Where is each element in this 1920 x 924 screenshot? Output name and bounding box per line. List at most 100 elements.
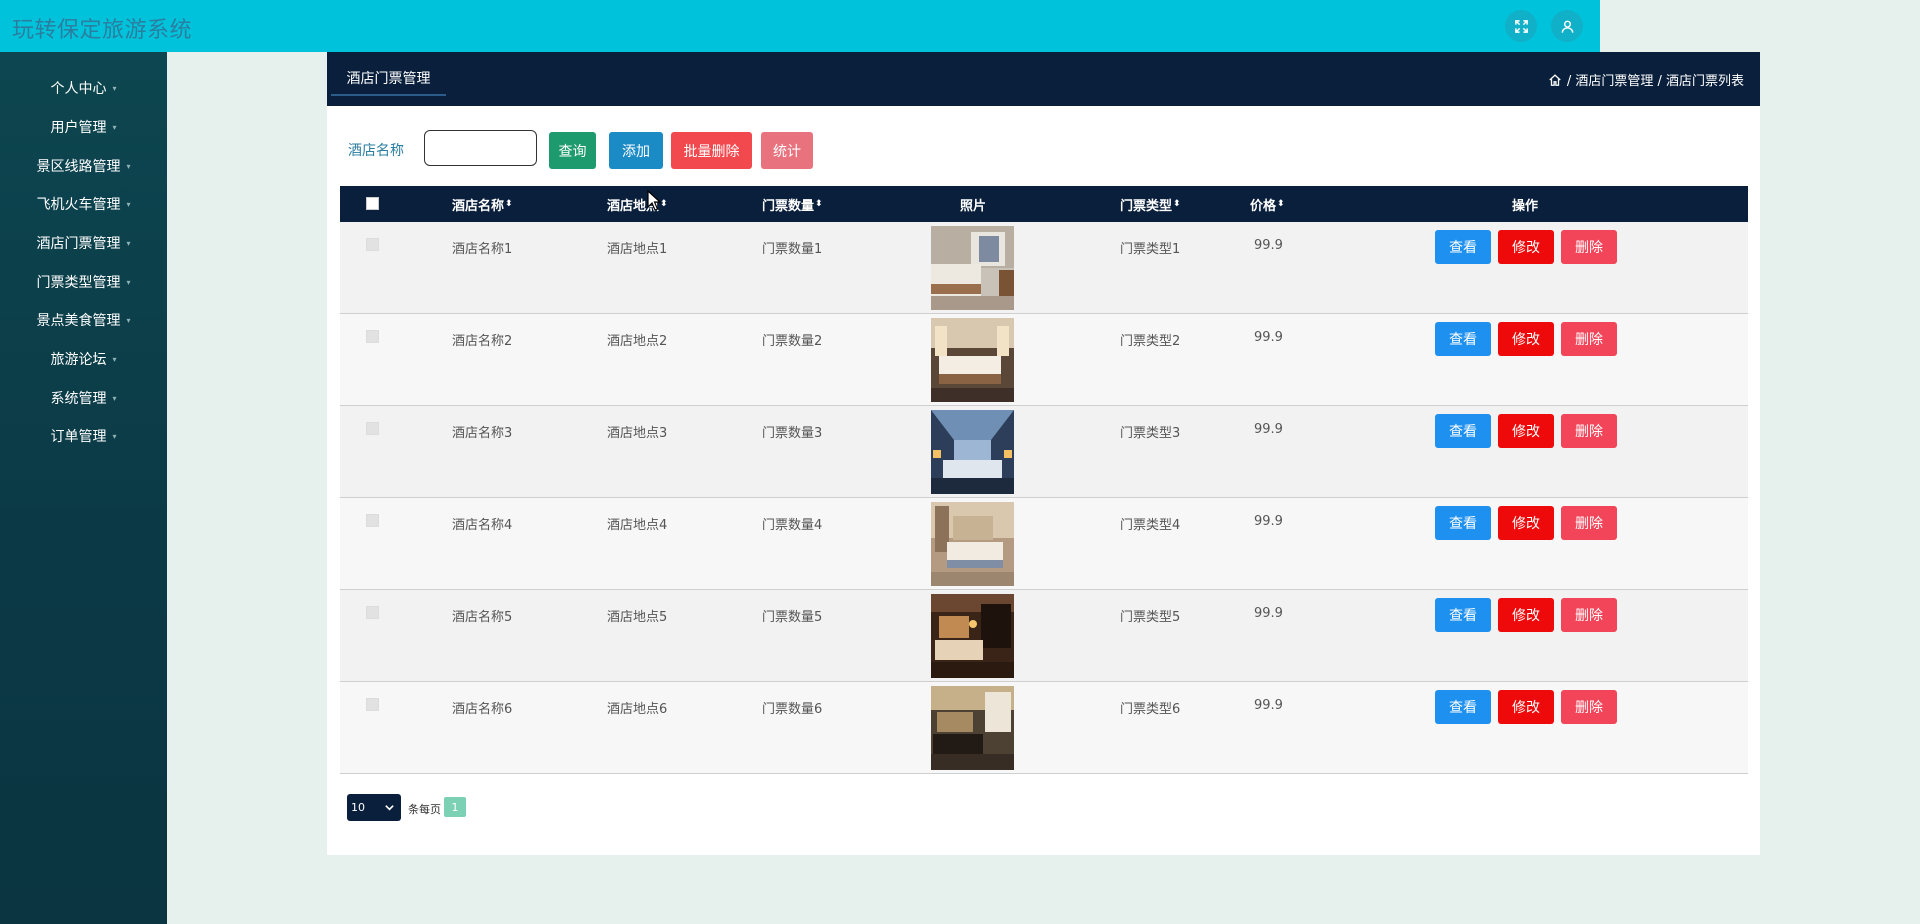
edit-button[interactable]: 修改 [1498,414,1554,448]
chevron-down-icon: ▾ [126,161,131,171]
user-button[interactable] [1551,10,1583,42]
header-label: 照片 [960,198,987,214]
tab-hotel-tickets[interactable]: 酒店门票管理 [331,62,446,96]
cell-price: 99.9 [1254,422,1283,437]
delete-button[interactable]: 删除 [1561,690,1617,724]
sidebar: 个人中心 ▾ 用户管理 ▾ 景区线路管理 ▾ 飞机火车管理 ▾ 酒店门票管理 ▾ 门票类型… [0,52,167,924]
header-label: 门票数量 [762,198,815,214]
view-button[interactable]: 查看 [1435,598,1491,632]
row-checkbox[interactable] [366,422,379,435]
hotel-room-photo[interactable] [931,502,1014,586]
sidebar-item-system[interactable]: 系统管理 ▾ [0,383,167,413]
header-ticket-quantity[interactable]: 门票数量 ⬍ [762,186,823,222]
sidebar-item-orders[interactable]: 订单管理 ▾ [0,421,167,451]
cell-hotel-name: 酒店名称5 [452,610,513,625]
user-icon [1561,20,1573,33]
view-button[interactable]: 查看 [1435,414,1491,448]
sidebar-item-food[interactable]: 景点美食管理 ▾ [0,305,167,335]
table-row: 酒店名称1 酒店地点1 门票数量1 门票类型1 99.9 查看 修改 删除 [340,222,1748,314]
delete-button[interactable]: 删除 [1561,506,1617,540]
sidebar-item-label: 个人中心 [50,81,107,97]
select-all-checkbox[interactable] [366,197,379,210]
cell-hotel-location: 酒店地点6 [607,702,668,717]
row-checkbox[interactable] [366,238,379,251]
hotel-name-input[interactable] [424,130,537,166]
sidebar-item-ticket-types[interactable]: 门票类型管理 ▾ [0,267,167,297]
edit-button[interactable]: 修改 [1498,690,1554,724]
delete-button[interactable]: 删除 [1561,598,1617,632]
main-panel: 酒店门票管理 / 酒店门票管理 / 酒店门票列表 酒店名称 查询 添加 批量删除… [327,52,1760,855]
sidebar-item-label: 门票类型管理 [36,275,121,291]
header-photo: 照片 [960,186,986,222]
stats-button[interactable]: 统计 [761,132,813,169]
sort-icon: ⬍ [505,199,513,209]
hotel-room-photo[interactable] [931,410,1014,494]
delete-button[interactable]: 删除 [1561,414,1617,448]
sort-icon: ⬍ [815,199,823,209]
sidebar-item-forum[interactable]: 旅游论坛 ▾ [0,344,167,374]
row-checkbox[interactable] [366,330,379,343]
sidebar-item-hotel-tickets[interactable]: 酒店门票管理 ▾ [0,228,167,258]
edit-button[interactable]: 修改 [1498,230,1554,264]
sidebar-item-label: 旅游论坛 [50,352,107,368]
query-button[interactable]: 查询 [549,132,596,169]
table-row: 酒店名称4 酒店地点4 门票数量4 门票类型4 99.9 查看 修改 删除 [340,498,1748,590]
view-button[interactable]: 查看 [1435,230,1491,264]
delete-button[interactable]: 删除 [1561,322,1617,356]
chevron-down-icon: ▾ [126,277,131,287]
sidebar-item-users[interactable]: 用户管理 ▾ [0,112,167,142]
header-actions: 操作 [1512,186,1538,222]
header-price[interactable]: 价格 ⬍ [1250,186,1285,222]
cell-price: 99.9 [1254,238,1283,253]
view-button[interactable]: 查看 [1435,690,1491,724]
hotel-room-photo[interactable] [931,318,1014,402]
sidebar-item-label: 系统管理 [50,391,107,407]
header-label: 门票类型 [1120,198,1173,214]
view-button[interactable]: 查看 [1435,322,1491,356]
batch-delete-button[interactable]: 批量删除 [671,132,752,169]
header-label: 价格 [1250,198,1277,214]
fullscreen-button[interactable] [1505,10,1537,42]
sidebar-item-personal-center[interactable]: 个人中心 ▾ [0,73,167,103]
row-checkbox[interactable] [366,698,379,711]
table-row: 酒店名称5 酒店地点5 门票数量5 门票类型5 99.9 查看 修改 删除 [340,590,1748,682]
edit-button[interactable]: 修改 [1498,506,1554,540]
cell-ticket-type: 门票类型6 [1120,702,1181,717]
page-size-select[interactable]: 10 [347,794,401,821]
hotel-room-photo[interactable] [931,686,1014,770]
cell-price: 99.9 [1254,514,1283,529]
chevron-down-icon: ▾ [112,354,117,364]
cell-ticket-type: 门票类型1 [1120,242,1181,257]
sidebar-item-flights-trains[interactable]: 飞机火车管理 ▾ [0,189,167,219]
cell-hotel-location: 酒店地点4 [607,518,668,533]
page-number-button[interactable]: 1 [444,797,466,817]
hotel-room-photo[interactable] [931,594,1014,678]
header-ticket-type[interactable]: 门票类型 ⬍ [1120,186,1181,222]
sort-icon: ⬍ [1173,199,1181,209]
cell-ticket-quantity: 门票数量6 [762,702,823,717]
chevron-down-icon: ▾ [112,393,117,403]
add-button[interactable]: 添加 [609,132,663,169]
table-header: 酒店名称 ⬍ 酒店地点 ⬍ 门票数量 ⬍ 照片 门票类型 ⬍ 价格 ⬍ 操作 [340,186,1748,222]
cell-hotel-name: 酒店名称2 [452,334,513,349]
sidebar-item-label: 酒店门票管理 [36,236,121,252]
edit-button[interactable]: 修改 [1498,598,1554,632]
home-icon[interactable] [1548,73,1562,87]
cell-ticket-type: 门票类型3 [1120,426,1181,441]
cell-hotel-name: 酒店名称6 [452,702,513,717]
view-button[interactable]: 查看 [1435,506,1491,540]
header-label: 操作 [1512,198,1539,214]
edit-button[interactable]: 修改 [1498,322,1554,356]
row-checkbox[interactable] [366,606,379,619]
hotel-room-photo[interactable] [931,226,1014,310]
row-checkbox[interactable] [366,514,379,527]
sidebar-item-scenic-routes[interactable]: 景区线路管理 ▾ [0,151,167,181]
top-header: 玩转保定旅游系统 [0,0,1600,52]
mouse-cursor-icon [647,190,662,211]
header-hotel-name[interactable]: 酒店名称 ⬍ [452,186,513,222]
delete-button[interactable]: 删除 [1561,230,1617,264]
chevron-down-icon: ▾ [126,199,131,209]
cell-ticket-quantity: 门票数量1 [762,242,823,257]
app-title: 玩转保定旅游系统 [12,18,193,43]
cell-hotel-location: 酒店地点1 [607,242,668,257]
